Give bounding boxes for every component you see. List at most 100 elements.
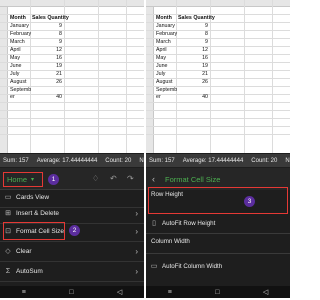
left-screen: Month Sales Quantity January 9 February 8 Ma… — [0, 0, 144, 298]
home-button-icon[interactable]: □ — [215, 289, 219, 296]
home-tab-dropdown[interactable]: Home ▾ — [3, 172, 43, 187]
highlight-format-cell-size — [3, 222, 65, 240]
back-button-icon[interactable]: ◁ — [263, 288, 268, 296]
cell-quantity[interactable]: 9 — [32, 39, 62, 46]
header-month[interactable]: Month — [10, 15, 26, 22]
cell-month[interactable]: August — [156, 79, 173, 86]
cards-icon: ▭ — [4, 194, 12, 201]
menu-item-label: AutoSum — [16, 267, 43, 275]
cell-quantity[interactable]: 19 — [32, 63, 62, 70]
cell-month[interactable]: August — [10, 79, 27, 86]
grid-line — [0, 118, 144, 119]
cell-quantity[interactable]: 9 — [32, 23, 62, 30]
cell-quantity[interactable]: 21 — [32, 71, 62, 78]
autofit-column-width-label: AutoFit Column Width — [162, 262, 223, 270]
status-average: Average: 17.44444444 — [182, 157, 244, 164]
cell-quantity[interactable]: 9 — [178, 23, 208, 30]
lightbulb-icon[interactable]: ♢ — [92, 174, 99, 184]
column-header-bar — [146, 0, 290, 7]
chevron-right-icon: › — [135, 266, 138, 276]
cell-month[interactable]: May — [156, 55, 166, 62]
cell-month[interactable]: July — [10, 71, 19, 78]
cell-quantity[interactable]: 12 — [32, 47, 62, 54]
cell-quantity[interactable]: 12 — [178, 47, 208, 54]
cell-month[interactable]: February — [10, 31, 31, 38]
autofit-row-icon: ▯ — [152, 220, 156, 227]
grid-line — [146, 102, 290, 103]
status-count: Count: 20 — [105, 157, 132, 164]
header-sales-quantity[interactable]: Sales Quantity — [32, 15, 69, 22]
recent-apps-icon[interactable]: ≡ — [22, 289, 26, 296]
grid-line — [0, 110, 144, 111]
grid-line — [146, 94, 290, 95]
cell-quantity[interactable]: 26 — [32, 79, 62, 86]
cell-month[interactable]: June — [156, 63, 168, 70]
row-header-bar — [0, 7, 8, 153]
menu-item-autosum[interactable]: Σ AutoSum › — [0, 261, 144, 282]
status-bar: Sum: 157 Average: 17.44444444 Count: 20 … — [0, 154, 144, 167]
grid-line — [0, 134, 144, 135]
cell-month[interactable]: June — [10, 63, 22, 70]
cell-quantity[interactable]: 40 — [178, 94, 208, 101]
cell-quantity[interactable]: 26 — [178, 79, 208, 86]
redo-icon[interactable]: ↷ — [127, 174, 134, 184]
cell-month[interactable]: Septemb — [156, 87, 177, 94]
spreadsheet-grid[interactable]: Month Sales Quantity January 9 February 8 Ma… — [146, 0, 290, 153]
autofit-column-icon: ▭ — [150, 263, 158, 270]
cell-month[interactable]: January — [156, 23, 175, 30]
grid-line — [0, 54, 144, 55]
cell-quantity[interactable]: 19 — [178, 63, 208, 70]
cell-quantity[interactable]: 16 — [178, 55, 208, 62]
step-badge-2: 2 — [69, 225, 80, 236]
cell-month[interactable]: May — [10, 55, 20, 62]
android-nav-bar: ≡ □ ◁ — [146, 286, 290, 298]
undo-icon[interactable]: ↶ — [110, 174, 117, 184]
grid-line — [146, 110, 290, 111]
spreadsheet-grid[interactable]: Month Sales Quantity January 9 February 8 Ma… — [0, 0, 144, 153]
cell-month[interactable]: April — [156, 47, 167, 54]
chevron-right-icon: › — [135, 246, 138, 256]
cell-month[interactable]: March — [156, 39, 171, 46]
home-tab-label: Home — [7, 175, 28, 184]
cell-month[interactable]: er — [10, 94, 15, 101]
cell-month[interactable]: er — [156, 94, 161, 101]
column-width-label: Column Width — [151, 238, 190, 245]
cell-quantity[interactable]: 9 — [178, 39, 208, 46]
recent-apps-icon[interactable]: ≡ — [168, 289, 172, 296]
grid-line — [146, 54, 290, 55]
cell-quantity[interactable]: 21 — [178, 71, 208, 78]
cell-quantity[interactable]: 8 — [178, 31, 208, 38]
grid-line — [146, 118, 290, 119]
status-average: Average: 17.44444444 — [36, 157, 98, 164]
cell-quantity[interactable]: 8 — [32, 31, 62, 38]
status-sum: Sum: 157 — [3, 157, 29, 164]
cell-month[interactable]: January — [10, 23, 29, 30]
grid-line — [0, 46, 144, 47]
cell-month[interactable]: February — [156, 31, 177, 38]
cell-month[interactable]: April — [10, 47, 21, 54]
divider — [146, 253, 290, 254]
autofit-column-width-button[interactable]: ▭ AutoFit Column Width — [146, 258, 290, 274]
row-header-bar — [146, 7, 154, 153]
cell-quantity[interactable]: 16 — [32, 55, 62, 62]
back-arrow-icon[interactable]: ‹ — [152, 174, 155, 184]
back-button-icon[interactable]: ◁ — [117, 288, 122, 296]
divider — [146, 233, 290, 234]
cell-quantity[interactable]: 40 — [32, 94, 62, 101]
page-title: Format Cell Size — [165, 174, 221, 184]
grid-line — [146, 134, 290, 135]
cell-month[interactable]: Septemb — [10, 87, 31, 94]
cell-month[interactable]: July — [156, 71, 165, 78]
insert-delete-icon: ⊞ — [5, 210, 11, 217]
row-height-input[interactable] — [148, 187, 288, 214]
sigma-icon: Σ — [5, 267, 11, 275]
autofit-row-height-label: AutoFit Row Height — [162, 219, 216, 227]
android-nav-bar: ≡ □ ◁ — [0, 286, 144, 298]
step-badge-1: 1 — [48, 174, 59, 185]
header-sales-quantity[interactable]: Sales Quantity — [178, 15, 215, 22]
header-month[interactable]: Month — [156, 15, 172, 22]
cell-month[interactable]: March — [10, 39, 25, 46]
menu-item-clear[interactable]: ◇ Clear › — [0, 241, 144, 262]
autofit-row-height-button[interactable]: ▯ AutoFit Row Height — [146, 215, 290, 231]
home-button-icon[interactable]: □ — [69, 289, 73, 296]
